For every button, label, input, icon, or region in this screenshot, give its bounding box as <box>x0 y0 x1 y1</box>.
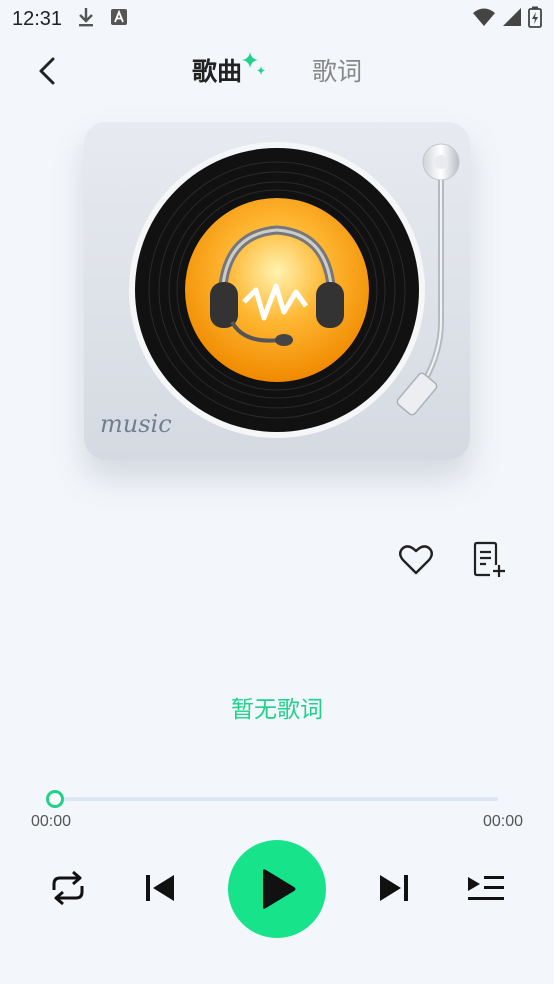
signal-icon <box>502 7 522 31</box>
tab-lyrics[interactable]: 歌词 <box>312 52 362 88</box>
play-icon <box>263 869 296 909</box>
tab-bar: 歌曲 歌词 <box>0 52 554 88</box>
heart-icon <box>399 545 433 575</box>
repeat-button[interactable] <box>48 868 88 908</box>
skip-next-icon <box>380 875 408 901</box>
playlist-icon <box>468 876 504 900</box>
next-button[interactable] <box>374 868 414 908</box>
download-icon <box>76 6 96 32</box>
sparkle-icon <box>242 52 265 75</box>
progress-track[interactable] <box>55 797 498 801</box>
total-time: 00:00 <box>482 813 523 830</box>
tab-songs-label: 歌曲 <box>191 57 242 86</box>
add-list-icon <box>473 541 505 577</box>
top-bar: 歌曲 歌词 <box>0 40 554 100</box>
previous-button[interactable] <box>140 868 180 908</box>
battery-charging-icon <box>528 6 542 32</box>
progress-thumb[interactable] <box>46 790 64 808</box>
tab-songs[interactable]: 歌曲 <box>191 52 265 88</box>
status-time: 12:31 <box>12 7 63 30</box>
play-button[interactable] <box>228 840 326 938</box>
add-to-playlist-button[interactable] <box>470 540 510 580</box>
skip-previous-icon <box>146 875 174 901</box>
tab-lyrics-label: 歌词 <box>312 57 363 86</box>
repeat-icon <box>52 870 84 906</box>
wifi-icon <box>472 7 496 31</box>
current-time: 00:00 <box>31 813 72 830</box>
music-script-text: music <box>100 410 172 438</box>
notification-a-icon <box>110 8 128 30</box>
playlist-button[interactable] <box>464 868 508 908</box>
like-button[interactable] <box>396 540 436 580</box>
status-bar: 12:31 <box>0 0 554 38</box>
no-lyrics-text: 暂无歌词 <box>231 697 323 723</box>
